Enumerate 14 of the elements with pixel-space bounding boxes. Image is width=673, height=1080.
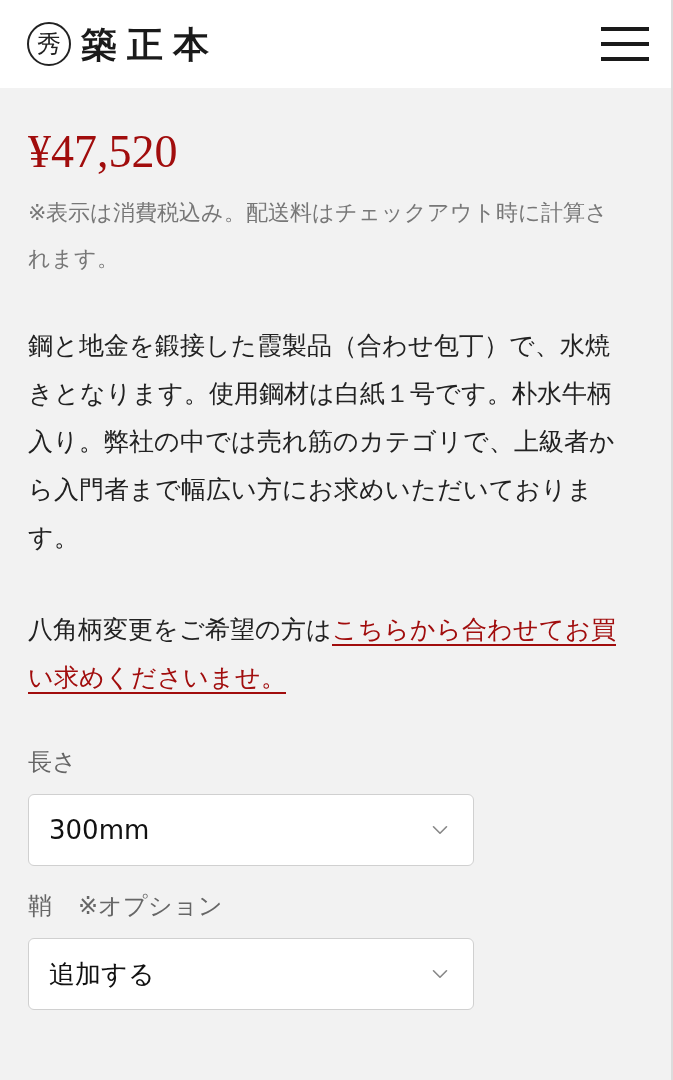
option-select[interactable]: 300mm (28, 794, 474, 866)
option-label: 長さ (28, 747, 77, 778)
menu-icon[interactable] (601, 27, 649, 61)
logo-mark: 秀 (27, 22, 71, 66)
option-select[interactable]: 追加する (28, 938, 474, 1010)
tax-note: ※表示は消費税込み。配送料はチェックアウト時に計算されます。 (28, 199, 610, 273)
notice-text: 八角柄変更をご希望の方は こちらから合わせてお買 い求めくださいませ。 (28, 614, 617, 694)
logo-text: 築正本 (81, 22, 219, 67)
option-label: 鞘 (28, 891, 52, 922)
option-note: ※オプション (78, 891, 224, 922)
price: ¥47,520 (28, 125, 179, 179)
purchase-link[interactable]: こちらから合わせてお買 (332, 615, 616, 644)
product-description: 鋼と地金を鍛接した霞製品（合わせ包丁）で、水焼きとなります。使用鋼材は白紙１号です。朴水牛柄入り。弊社の中では売れ筋のカテゴリで、上級者から入門者まで幅広い方にお求めいただいております。 (28, 330, 616, 554)
purchase-link[interactable]: い求めくださいませ。 (28, 663, 286, 692)
